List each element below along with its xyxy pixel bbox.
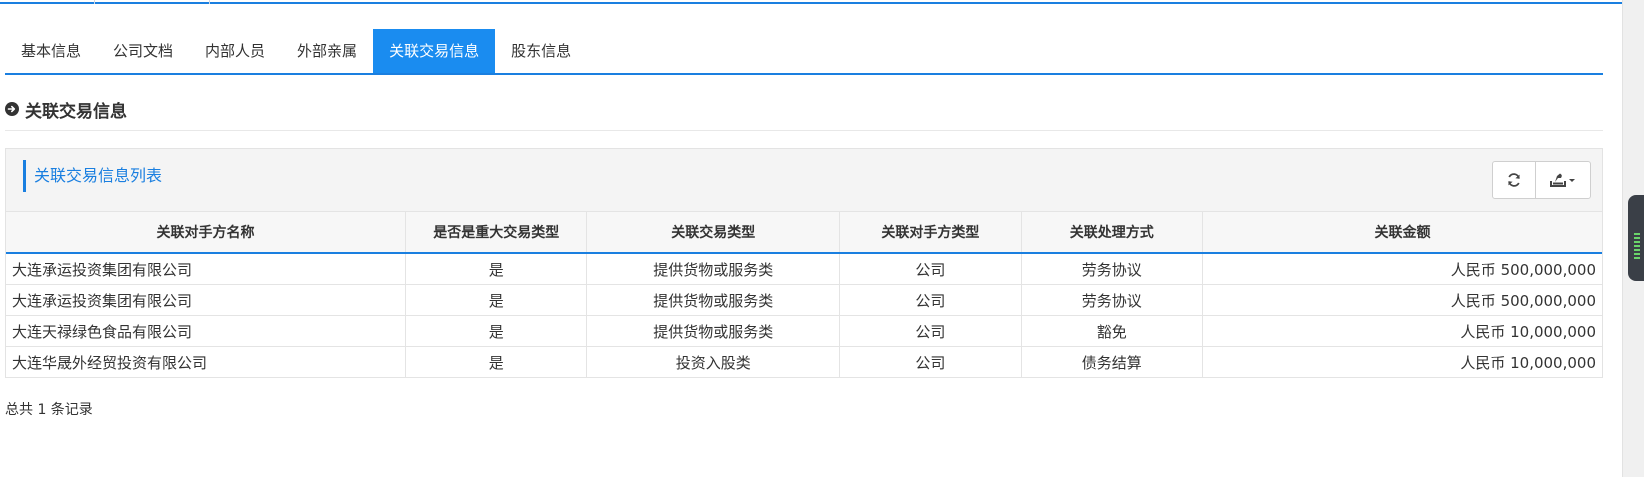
table-row[interactable]: 大连天禄绿色食品有限公司 是 提供货物或服务类 公司 豁免 人民币 10,000… [6,315,1602,347]
section-title: 关联交易信息 [5,97,127,122]
table-row[interactable]: 大连华晟外经贸投资有限公司 是 投资入股类 公司 债务结算 人民币 10,000… [6,346,1602,378]
table-header-row: 关联对手方名称 是否是重大交易类型 关联交易类型 关联对手方类型 关联处理方式 … [6,211,1602,254]
section-title-text: 关联交易信息 [25,101,127,122]
grip-icon [1634,233,1640,261]
toolbar-button-group [1492,161,1591,199]
top-tab-strip [0,0,1644,4]
table-cell: 豁免 [1021,315,1203,347]
column-header[interactable]: 关联对手方名称 [6,211,407,254]
export-dropdown-button[interactable] [1535,162,1590,198]
refresh-icon [1508,173,1520,187]
tab-bar: 基本信息 公司文档 内部人员 外部亲属 关联交易信息 股东信息 [5,29,1603,75]
table-cell: 大连华晟外经贸投资有限公司 [6,346,407,378]
table-cell: 公司 [839,315,1022,347]
table-cell: 劳务协议 [1021,284,1203,316]
scrollbar-thumb[interactable] [1628,195,1644,281]
table-cell: 是 [405,284,588,316]
table-cell: 大连天禄绿色食品有限公司 [6,315,407,347]
tab-external-relatives[interactable]: 外部亲属 [281,29,373,73]
table-cell: 提供货物或服务类 [586,315,841,347]
panel-header: 关联交易信息列表 [6,149,1602,211]
column-header[interactable]: 关联对手方类型 [839,211,1022,254]
related-transactions-panel: 关联交易信息列表 关联对手方名称 是否是重大交易类型 关联交易类型 关联对手方类… [5,148,1603,378]
table-cell: 公司 [839,284,1022,316]
column-header[interactable]: 关联金额 [1202,211,1602,254]
refresh-button[interactable] [1493,162,1535,198]
tab-internal-staff[interactable]: 内部人员 [189,29,281,73]
column-header[interactable]: 关联处理方式 [1021,211,1203,254]
table-cell: 是 [405,346,588,378]
table-cell: 劳务协议 [1021,253,1203,285]
tab-shareholders[interactable]: 股东信息 [495,29,587,73]
column-header[interactable]: 关联交易类型 [586,211,841,254]
page: 基本信息 公司文档 内部人员 外部亲属 关联交易信息 股东信息 关联交易信息 关… [0,0,1644,477]
export-dropdown-icon [1550,173,1575,187]
table-cell: 公司 [839,346,1022,378]
table-row[interactable]: 大连承运投资集团有限公司 是 提供货物或服务类 公司 劳务协议 人民币 500,… [6,284,1602,316]
table-cell: 大连承运投资集团有限公司 [6,253,407,285]
column-header[interactable]: 是否是重大交易类型 [405,211,588,254]
tab-basic-info[interactable]: 基本信息 [5,29,97,73]
top-active-tab-remnant[interactable] [94,0,210,4]
record-count: 总共 1 条记录 [5,402,93,418]
table-cell: 公司 [839,253,1022,285]
table-cell: 人民币 500,000,000 [1202,284,1602,316]
table-cell: 是 [405,315,588,347]
circle-arrow-right-icon [5,102,19,116]
table-cell: 大连承运投资集团有限公司 [6,284,407,316]
panel-title: 关联交易信息列表 [23,160,162,192]
tab-related-transactions[interactable]: 关联交易信息 [373,29,496,73]
table-cell: 提供货物或服务类 [586,253,841,285]
table-cell: 人民币 10,000,000 [1202,346,1602,378]
table-cell: 提供货物或服务类 [586,284,841,316]
table-cell: 人民币 500,000,000 [1202,253,1602,285]
table-cell: 是 [405,253,588,285]
tab-company-docs[interactable]: 公司文档 [97,29,189,73]
table-row[interactable]: 大连承运投资集团有限公司 是 提供货物或服务类 公司 劳务协议 人民币 500,… [6,253,1602,285]
table-cell: 债务结算 [1021,346,1203,378]
related-transactions-table: 关联对手方名称 是否是重大交易类型 关联交易类型 关联对手方类型 关联处理方式 … [6,211,1602,378]
table-cell: 投资入股类 [586,346,841,378]
divider [5,130,1603,131]
table-cell: 人民币 10,000,000 [1202,315,1602,347]
